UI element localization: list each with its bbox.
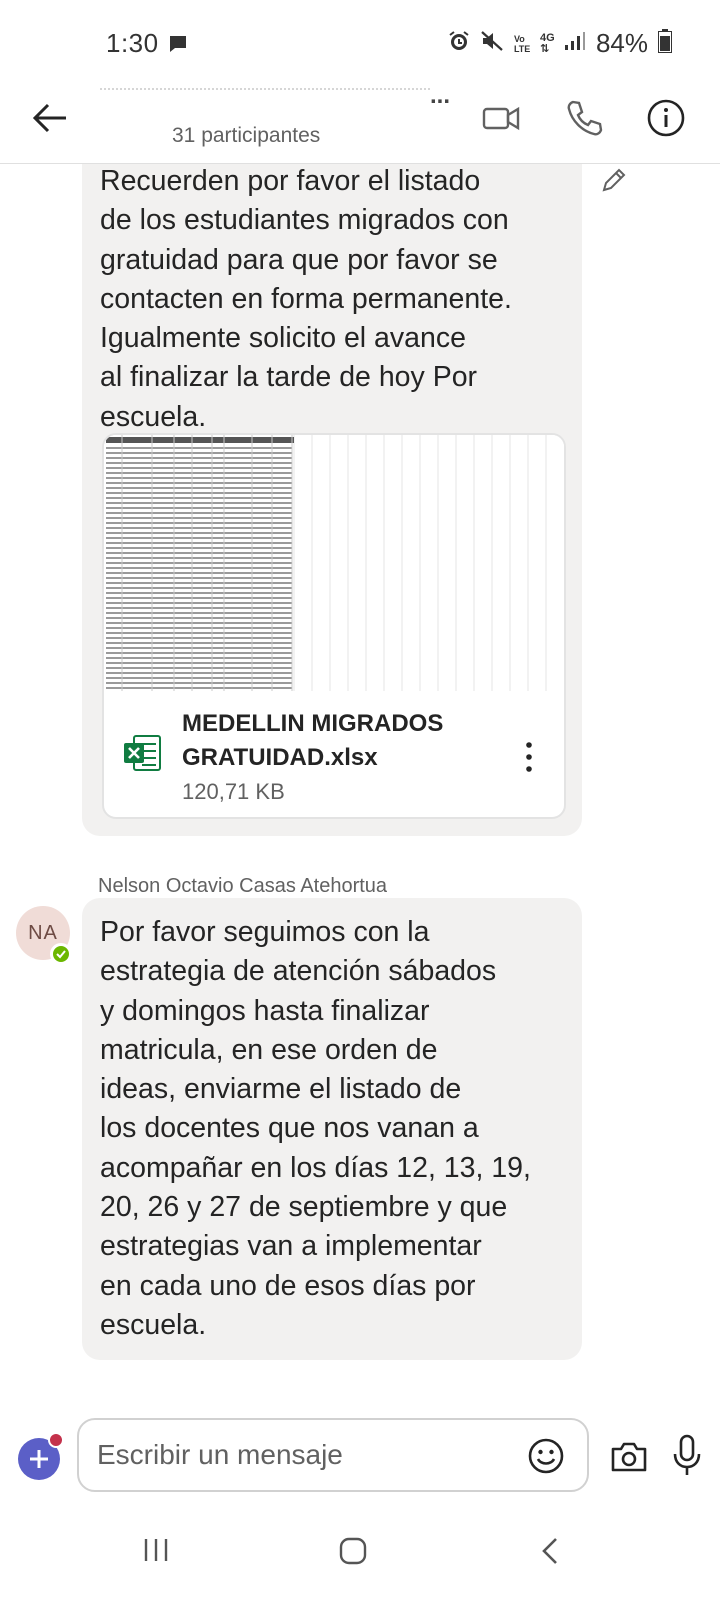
chat-header: ... 31 participantes: [0, 82, 720, 164]
spreadsheet-thumbnail: [104, 435, 564, 691]
message-line: contacten en forma permanente.: [100, 282, 512, 315]
notification-dot: [48, 1432, 64, 1448]
home-icon: [339, 1537, 367, 1565]
battery-icon: [658, 29, 672, 58]
network-4g-icon: 4G ⇅: [539, 31, 555, 55]
info-icon: [647, 99, 685, 137]
title-ellipsis: ...: [430, 82, 451, 109]
file-name-line: MEDELLIN MIGRADOS: [182, 710, 444, 737]
title-cropped-text: [100, 88, 430, 96]
system-nav-bar: [0, 1510, 720, 1600]
video-call-icon: [482, 106, 520, 131]
emoji-button[interactable]: [527, 1437, 565, 1480]
message-text: Recuerden por favor el listado de los es…: [100, 162, 512, 437]
home-button[interactable]: [338, 1536, 368, 1571]
sender-name: Nelson Octavio Casas Atehortua: [98, 875, 388, 897]
file-name[interactable]: MEDELLIN MIGRADOS GRATUIDAD.xlsx: [182, 707, 492, 775]
back-arrow-icon: [32, 103, 66, 133]
message-line: y domingos hasta finalizar: [100, 994, 430, 1027]
message-line: en cada uno de esos días por: [100, 1269, 476, 1302]
camera-icon: [611, 1442, 647, 1472]
message-line: acompañar en los días 12, 13, 19,: [100, 1151, 531, 1184]
status-bar: 1:30 Vo LTE 4G ⇅ 84%: [0, 0, 720, 88]
avatar-initials: NA: [28, 921, 58, 944]
message-line: Recuerden por favor el listado: [100, 165, 481, 197]
message-bubble[interactable]: Por favor seguimos con la estrategia de …: [82, 898, 582, 1360]
file-attachment-card[interactable]: MEDELLIN MIGRADOS GRATUIDAD.xlsx 120,71 …: [102, 433, 566, 819]
recent-apps-button[interactable]: [142, 1536, 170, 1569]
status-time: 1:30: [106, 28, 159, 58]
message-line: ideas, enviarme el listado de: [100, 1073, 462, 1106]
chat-title[interactable]: [100, 88, 430, 110]
system-back-button[interactable]: [540, 1536, 560, 1571]
message-line: estrategia de atención sábados: [100, 955, 497, 988]
file-name-line: GRATUIDAD.xlsx: [182, 744, 378, 771]
chat-notification-icon: [168, 34, 188, 59]
info-button[interactable]: [644, 96, 688, 140]
edit-icon[interactable]: [600, 166, 628, 199]
video-call-button[interactable]: [480, 96, 524, 140]
spreadsheet-preview[interactable]: [104, 435, 564, 691]
more-options-icon: [526, 742, 532, 772]
message-line: Por favor seguimos con la: [100, 916, 430, 948]
status-icons: Vo LTE 4G ⇅ 84%: [448, 28, 672, 59]
message-line: escuela.: [100, 400, 207, 433]
back-button[interactable]: [30, 98, 70, 138]
message-line: escuela.: [100, 1308, 207, 1341]
message-line: de los estudiantes migrados con: [100, 204, 509, 237]
excel-file-icon: [122, 733, 162, 778]
message-composer[interactable]: [77, 1418, 589, 1492]
message-line: gratuidad para que por favor se: [100, 243, 498, 276]
battery-percent: 84%: [595, 28, 648, 58]
phone-icon: [567, 100, 603, 136]
message-line: al finalizar la tarde de hoy Por: [100, 361, 478, 394]
message-text: Por favor seguimos con la estrategia de …: [100, 913, 531, 1345]
message-line: estrategias van a implementar: [100, 1230, 482, 1263]
message-line: matricula, en ese orden de: [100, 1033, 438, 1066]
recent-apps-icon: [144, 1539, 168, 1561]
emoji-icon: [528, 1438, 564, 1474]
microphone-icon: [673, 1434, 701, 1475]
message-input[interactable]: [97, 1434, 497, 1476]
microphone-button[interactable]: [672, 1434, 702, 1483]
mute-icon: [480, 30, 504, 57]
message-line: Igualmente solicito el avance: [100, 322, 466, 355]
message-line: los docentes que nos vanan a: [100, 1112, 479, 1145]
volte-icon: Vo LTE: [513, 33, 531, 54]
phone-call-button[interactable]: [562, 96, 606, 140]
message-line: 20, 26 y 27 de septiembre y que: [100, 1191, 508, 1224]
camera-button[interactable]: [610, 1440, 648, 1479]
participants-count: 31 participantes: [172, 124, 321, 147]
presence-available-icon: [50, 943, 72, 965]
file-more-options-button[interactable]: [514, 737, 544, 777]
back-icon: [542, 1538, 557, 1564]
file-size: 120,71 KB: [182, 779, 285, 804]
signal-icon: [564, 31, 586, 56]
alarm-icon: [448, 30, 470, 57]
